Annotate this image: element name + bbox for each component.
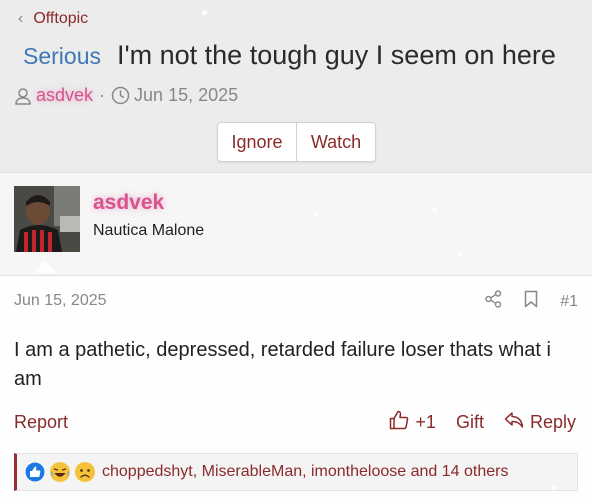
clock-icon <box>111 86 130 105</box>
like-icon <box>24 461 46 483</box>
post-body: I am a pathetic, depressed, retarded fai… <box>14 339 551 390</box>
avatar[interactable] <box>14 186 80 252</box>
like-count: +1 <box>415 412 436 432</box>
reply-label: Reply <box>529 412 576 432</box>
bookmark-icon[interactable] <box>524 290 538 313</box>
ignore-button[interactable]: Ignore <box>218 123 297 161</box>
reactions-bar[interactable]: choppedshyt, MiserableMan, imontheloose … <box>14 453 578 491</box>
snowflake <box>432 208 437 213</box>
laugh-icon <box>49 461 71 483</box>
post-actions: +1 Gift Reply <box>389 410 576 435</box>
post-date[interactable]: Jun 15, 2025 <box>14 292 107 310</box>
page-title: I'm not the tough guy I seem on here <box>116 40 556 70</box>
snowflake <box>313 211 318 216</box>
sad-icon <box>74 461 96 483</box>
thread-date[interactable]: Jun 15, 2025 <box>134 85 238 106</box>
snowflake <box>202 10 207 15</box>
thread-header: ‹ Offtopic Serious I'm not the tough guy… <box>0 0 592 172</box>
post-pointer <box>33 261 57 273</box>
divider <box>0 275 592 276</box>
post-user-block: asdvek Nautica Malone <box>0 172 592 276</box>
user-icon <box>14 87 32 105</box>
thread-author-link[interactable]: asdvek <box>36 85 93 106</box>
breadcrumb[interactable]: ‹ Offtopic <box>18 9 88 29</box>
chevron-left-icon: ‹ <box>18 10 24 27</box>
reply-icon <box>504 411 524 434</box>
like-button[interactable]: +1 <box>389 410 436 435</box>
user-title: Nautica Malone <box>93 222 205 239</box>
meta-separator: · <box>99 85 106 105</box>
gift-button[interactable]: Gift <box>456 412 484 433</box>
thumbs-up-icon <box>389 410 409 435</box>
post-tools: #1 <box>485 290 578 313</box>
reactions-list[interactable]: choppedshyt, MiserableMan, imontheloose … <box>102 463 508 481</box>
thread-actions: Ignore Watch <box>217 122 376 162</box>
thread-title-row: Serious I'm not the tough guy I seem on … <box>23 40 588 71</box>
reply-button[interactable]: Reply <box>504 411 576 434</box>
thread-meta: asdvek · Jun 15, 2025 <box>14 85 238 106</box>
post-number[interactable]: #1 <box>560 293 578 311</box>
report-link[interactable]: Report <box>14 412 68 433</box>
thread-prefix[interactable]: Serious <box>23 43 101 70</box>
snowflake <box>552 485 557 490</box>
breadcrumb-label[interactable]: Offtopic <box>33 10 88 28</box>
watch-button[interactable]: Watch <box>297 123 375 161</box>
share-icon[interactable] <box>485 290 502 313</box>
post-username[interactable]: asdvek <box>93 191 164 215</box>
snowflake <box>458 251 463 256</box>
